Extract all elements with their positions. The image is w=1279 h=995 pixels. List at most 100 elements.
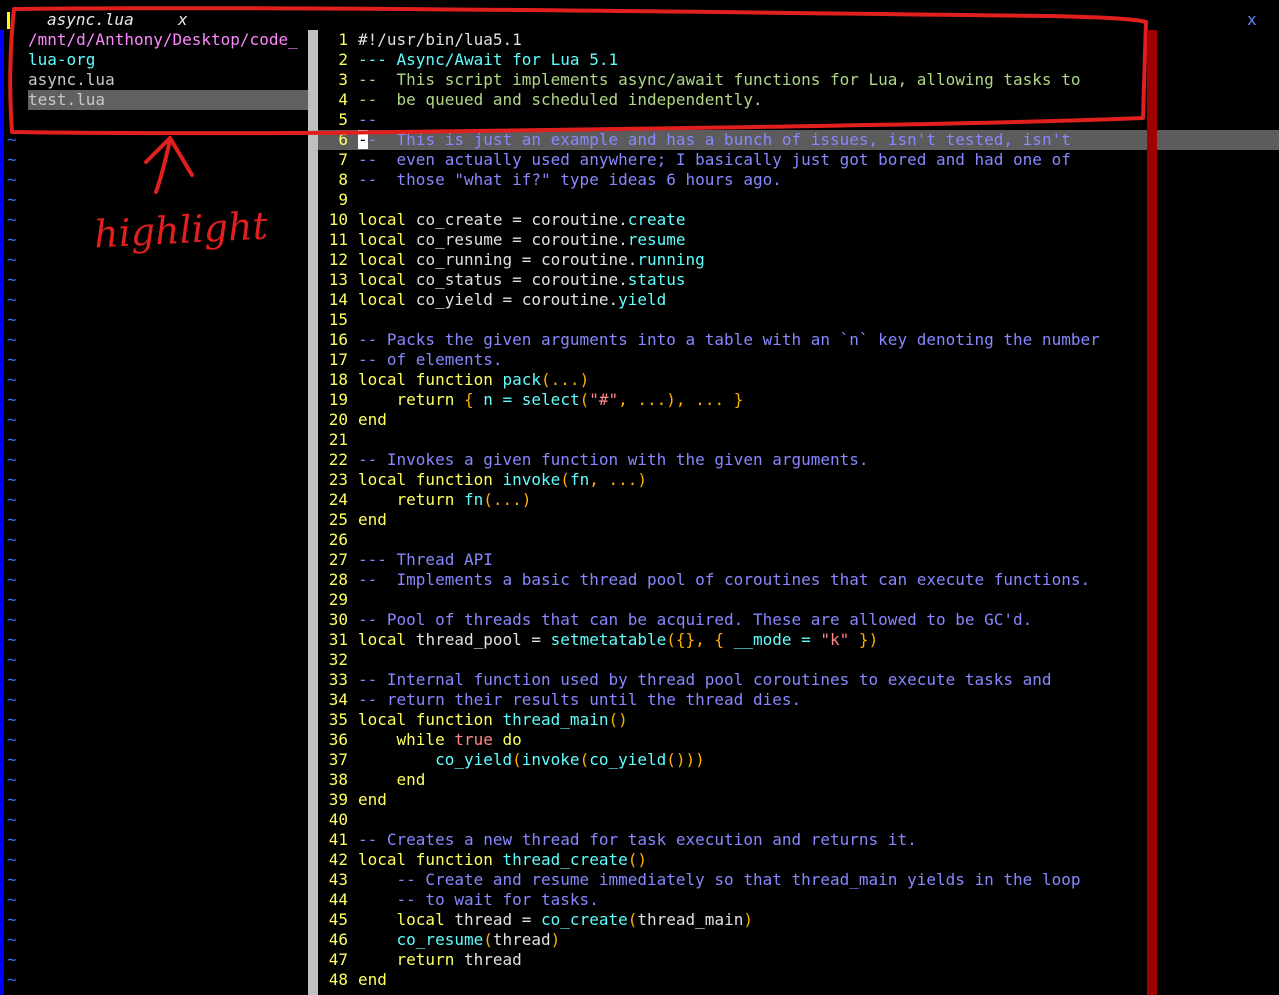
code-line[interactable]: 17 -- of elements. (318, 350, 1279, 370)
code-line[interactable]: 41 -- Creates a new thread for task execu… (318, 830, 1279, 850)
tab-close-button[interactable]: x (178, 10, 188, 30)
tree-root-path[interactable]: /mnt/d/Anthony/Desktop/code_ (28, 30, 308, 50)
code-line[interactable]: 21 (318, 430, 1279, 450)
code-token: ( (512, 750, 522, 769)
code-line[interactable]: 3 -- This script implements async/await f… (318, 70, 1279, 90)
code-token: - This is just an example and has a bunc… (367, 130, 1071, 149)
code-line[interactable]: 43 -- Create and resume immediately so t… (318, 870, 1279, 890)
tab-async-lua[interactable]: async.lua (47, 10, 134, 30)
code-token: -- of elements. (358, 350, 503, 369)
code-token: resume (627, 230, 686, 249)
code-line[interactable]: 24 return fn(...) (318, 490, 1279, 510)
code-token: end (358, 790, 387, 809)
code-line[interactable]: 26 (318, 530, 1279, 550)
code-line[interactable]: 16 -- Packs the given arguments into a ta… (318, 330, 1279, 350)
code-line[interactable]: 6 -- This is just an example and has a bu… (318, 130, 1279, 150)
line-number: 14 (328, 290, 348, 309)
code-line[interactable]: 30 -- Pool of threads that can be acquire… (318, 610, 1279, 630)
line-number: 9 (338, 190, 348, 209)
line-number: 38 (328, 770, 348, 789)
code-line[interactable]: 18 local function pack(...) (318, 370, 1279, 390)
text-cursor: - (358, 130, 368, 149)
empty-line-tilde: ~ (7, 270, 17, 289)
code-line[interactable]: 13 local co_status = coroutine.status (318, 270, 1279, 290)
code-line[interactable]: 12 local co_running = coroutine.running (318, 250, 1279, 270)
code-token: -- This script implements async/await fu… (358, 70, 1081, 89)
code-token: --- Thread API (358, 550, 493, 569)
code-line[interactable]: 28 -- Implements a basic thread pool of c… (318, 570, 1279, 590)
code-line[interactable]: 1 #!/usr/bin/lua5.1 (318, 30, 1279, 50)
code-token: -- Packs the given arguments into a tabl… (358, 330, 1100, 349)
code-token: running (637, 250, 705, 269)
code-line[interactable]: 33 -- Internal function used by thread po… (318, 670, 1279, 690)
tree-item-async-lua[interactable]: async.lua (28, 70, 308, 90)
line-number: 13 (328, 270, 348, 289)
code-line[interactable]: 29 (318, 590, 1279, 610)
code-line[interactable]: 7 -- even actually used anywhere; I basic… (318, 150, 1279, 170)
code-token: -- even actually used anywhere; I basica… (358, 150, 1071, 169)
code-token: invoke (502, 470, 561, 489)
code-line[interactable]: 46 co_resume(thread) (318, 930, 1279, 950)
empty-line-tilde: ~ (7, 710, 17, 729)
empty-line-tilde: ~ (7, 690, 17, 709)
code-line[interactable]: 11 local co_resume = coroutine.resume (318, 230, 1279, 250)
code-token: local function (358, 370, 493, 389)
code-line[interactable]: 35 local function thread_main() (318, 710, 1279, 730)
code-line[interactable]: 15 (318, 310, 1279, 330)
empty-line-tilde: ~ (7, 210, 17, 229)
code-line[interactable]: 8 -- those "what if?" type ideas 6 hours … (318, 170, 1279, 190)
empty-line-tilde: ~ (7, 150, 17, 169)
code-token: #!/usr/bin/lua5.1 (358, 30, 522, 49)
line-number: 27 (328, 550, 348, 569)
code-line[interactable]: 22 -- Invokes a given function with the g… (318, 450, 1279, 470)
code-line[interactable]: 20 end (318, 410, 1279, 430)
vertical-split-separator[interactable] (308, 30, 318, 995)
line-number: 4 (338, 90, 348, 109)
tree-item-test-lua[interactable]: test.lua (28, 90, 308, 110)
code-line[interactable]: 25 end (318, 510, 1279, 530)
code-token: local (358, 910, 445, 929)
code-line[interactable]: 37 co_yield(invoke(co_yield())) (318, 750, 1279, 770)
line-number: 6 (338, 130, 348, 149)
code-token: fn (463, 490, 484, 509)
code-line[interactable]: 42 local function thread_create() (318, 850, 1279, 870)
code-line[interactable]: 36 while true do (318, 730, 1279, 750)
code-token: co_yield (589, 750, 667, 769)
code-line[interactable]: 44 -- to wait for tasks. (318, 890, 1279, 910)
code-line[interactable]: 40 (318, 810, 1279, 830)
code-line[interactable]: 10 local co_create = coroutine.create (318, 210, 1279, 230)
code-line[interactable]: 19 return { n = select("#", ...), ... } (318, 390, 1279, 410)
empty-line-tilde: ~ (7, 910, 17, 929)
code-line[interactable]: 48 end (318, 970, 1279, 990)
empty-line-tilde: ~ (7, 790, 17, 809)
code-line[interactable]: 23 local function invoke(fn, ...) (318, 470, 1279, 490)
code-line[interactable]: 45 local thread = co_create(thread_main) (318, 910, 1279, 930)
code-line[interactable]: 32 (318, 650, 1279, 670)
code-line[interactable]: 38 end (318, 770, 1279, 790)
empty-line-tilde: ~ (7, 970, 17, 989)
code-line[interactable]: 47 return thread (318, 950, 1279, 970)
code-line[interactable]: 31 local thread_pool = setmetatable({}, {… (318, 630, 1279, 650)
code-line[interactable]: 14 local co_yield = coroutine.yield (318, 290, 1279, 310)
empty-line-tilde: ~ (7, 290, 17, 309)
code-line[interactable]: 9 (318, 190, 1279, 210)
window-close-button[interactable]: x (1247, 10, 1257, 30)
code-line[interactable]: 39 end (318, 790, 1279, 810)
code-editor[interactable]: 1 #!/usr/bin/lua5.1 2 --- Async/Await for L… (318, 30, 1279, 995)
tree-item-lua-org[interactable]: lua-org (28, 50, 308, 70)
code-token: -- Invokes a given function with the giv… (358, 450, 869, 469)
code-line[interactable]: 5 -- (318, 110, 1279, 130)
code-token: fn (569, 470, 590, 489)
line-number: 29 (328, 590, 348, 609)
code-line[interactable]: 34 -- return their results until the thre… (318, 690, 1279, 710)
line-number: 41 (328, 830, 348, 849)
code-line[interactable]: 4 -- be queued and scheduled independentl… (318, 90, 1279, 110)
code-line[interactable]: 27 --- Thread API (318, 550, 1279, 570)
code-token: local (358, 630, 407, 649)
code-token: co_yield = coroutine. (406, 290, 619, 309)
code-line[interactable]: 2 --- Async/Await for Lua 5.1 (318, 50, 1279, 70)
empty-line-tilde: ~ (7, 610, 17, 629)
